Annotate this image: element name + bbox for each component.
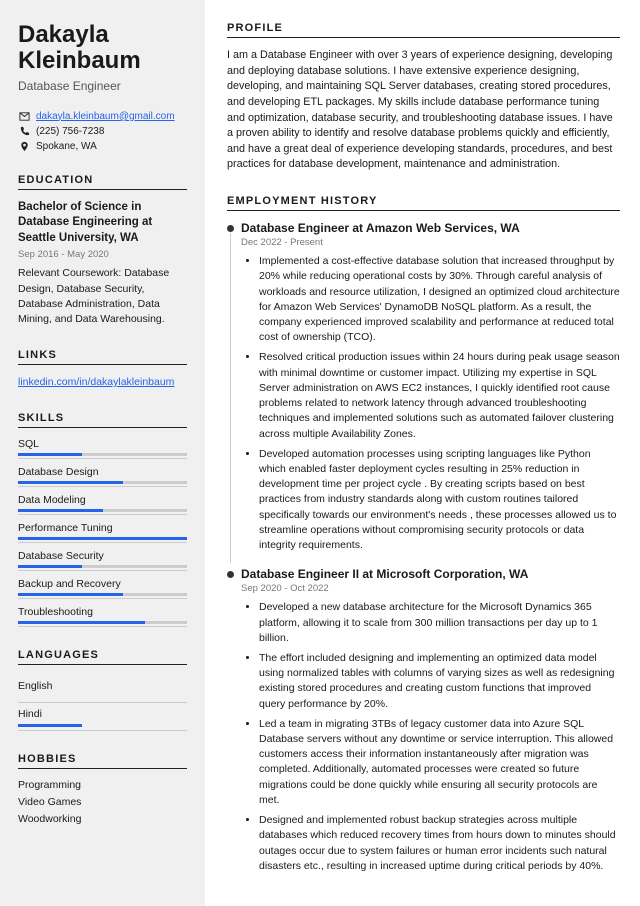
education-dates: Sep 2016 - May 2020 bbox=[18, 249, 187, 260]
language-name: Hindi bbox=[18, 708, 187, 720]
skill-item: Database Security bbox=[18, 550, 187, 571]
languages-heading: LANGUAGES bbox=[18, 649, 187, 665]
language-bar bbox=[18, 696, 187, 699]
person-name: Dakayla Kleinbaum bbox=[18, 22, 187, 75]
skill-name: Data Modeling bbox=[18, 494, 187, 506]
skill-name: Troubleshooting bbox=[18, 606, 187, 618]
job-bullet: Implemented a cost-effective database so… bbox=[259, 254, 620, 345]
skill-name: Database Security bbox=[18, 550, 187, 562]
hobby-item: Programming bbox=[18, 779, 187, 791]
skill-bar bbox=[18, 593, 187, 596]
email-link[interactable]: dakayla.kleinbaum@gmail.com bbox=[36, 111, 175, 122]
job-bullet-list: Developed a new database architecture fo… bbox=[241, 600, 620, 874]
skill-name: Performance Tuning bbox=[18, 522, 187, 534]
job-bullet-list: Implemented a cost-effective database so… bbox=[241, 254, 620, 553]
education-degree: Bachelor of Science in Database Engineer… bbox=[18, 200, 187, 247]
job-bullet: The effort included designing and implem… bbox=[259, 651, 620, 712]
profile-text: I am a Database Engineer with over 3 yea… bbox=[227, 48, 620, 173]
skill-bar bbox=[18, 621, 187, 624]
job-position-title: Database Engineer II at Microsoft Corpor… bbox=[241, 567, 620, 581]
jobs-list: Database Engineer at Amazon Web Services… bbox=[227, 221, 620, 874]
languages-list: English Hindi bbox=[18, 675, 187, 731]
envelope-icon bbox=[18, 111, 30, 122]
profile-heading: PROFILE bbox=[227, 22, 620, 38]
hobbies-heading: HOBBIES bbox=[18, 753, 187, 769]
main-column: PROFILE I am a Database Engineer with ov… bbox=[205, 0, 640, 906]
job-entry: Database Engineer II at Microsoft Corpor… bbox=[227, 567, 620, 874]
skill-item: Backup and Recovery bbox=[18, 578, 187, 599]
job-dates: Dec 2022 - Present bbox=[241, 237, 620, 248]
sidebar: Dakayla Kleinbaum Database Engineer daka… bbox=[0, 0, 205, 906]
skill-item: Database Design bbox=[18, 466, 187, 487]
skill-name: Database Design bbox=[18, 466, 187, 478]
language-item: Hindi bbox=[18, 703, 187, 731]
skill-bar bbox=[18, 537, 187, 540]
skill-bar bbox=[18, 453, 187, 456]
location-text: Spokane, WA bbox=[36, 141, 97, 152]
job-position-title: Database Engineer at Amazon Web Services… bbox=[241, 221, 620, 235]
job-bullet: Developed automation processes using scr… bbox=[259, 447, 620, 554]
pin-icon bbox=[18, 141, 30, 152]
skill-item: Data Modeling bbox=[18, 494, 187, 515]
job-bullet: Developed a new database architecture fo… bbox=[259, 600, 620, 646]
hobby-item: Video Games bbox=[18, 796, 187, 808]
contact-phone-row: (225) 756-7238 bbox=[18, 126, 187, 137]
job-entry: Database Engineer at Amazon Web Services… bbox=[227, 221, 620, 553]
contact-email-row: dakayla.kleinbaum@gmail.com bbox=[18, 111, 187, 122]
hobby-item: Woodworking bbox=[18, 813, 187, 825]
education-coursework: Relevant Coursework: Database Design, Da… bbox=[18, 266, 187, 327]
skills-list: SQL Database Design Data Modeling Performan… bbox=[18, 438, 187, 627]
skill-item: Troubleshooting bbox=[18, 606, 187, 627]
hobbies-list: Programming Video Games Woodworking bbox=[18, 779, 187, 825]
skill-bar bbox=[18, 509, 187, 512]
skill-item: SQL bbox=[18, 438, 187, 459]
job-bullet: Led a team in migrating 3TBs of legacy c… bbox=[259, 717, 620, 808]
language-name: English bbox=[18, 680, 187, 692]
linkedin-link[interactable]: linkedin.com/in/dakaylakleinbaum bbox=[18, 376, 174, 388]
phone-icon bbox=[18, 126, 30, 137]
language-item: English bbox=[18, 675, 187, 703]
employment-heading: EMPLOYMENT HISTORY bbox=[227, 195, 620, 211]
links-heading: LINKS bbox=[18, 349, 187, 365]
skill-bar bbox=[18, 565, 187, 568]
job-dates: Sep 2020 - Oct 2022 bbox=[241, 583, 620, 594]
contact-location-row: Spokane, WA bbox=[18, 141, 187, 152]
skills-heading: SKILLS bbox=[18, 412, 187, 428]
skill-bar bbox=[18, 481, 187, 484]
job-bullet: Resolved critical production issues with… bbox=[259, 350, 620, 441]
skill-item: Performance Tuning bbox=[18, 522, 187, 543]
education-heading: EDUCATION bbox=[18, 174, 187, 190]
skill-name: SQL bbox=[18, 438, 187, 450]
skill-name: Backup and Recovery bbox=[18, 578, 187, 590]
job-title-label: Database Engineer bbox=[18, 79, 187, 93]
job-bullet: Designed and implemented robust backup s… bbox=[259, 813, 620, 874]
language-bar bbox=[18, 724, 187, 727]
phone-text: (225) 756-7238 bbox=[36, 126, 104, 137]
